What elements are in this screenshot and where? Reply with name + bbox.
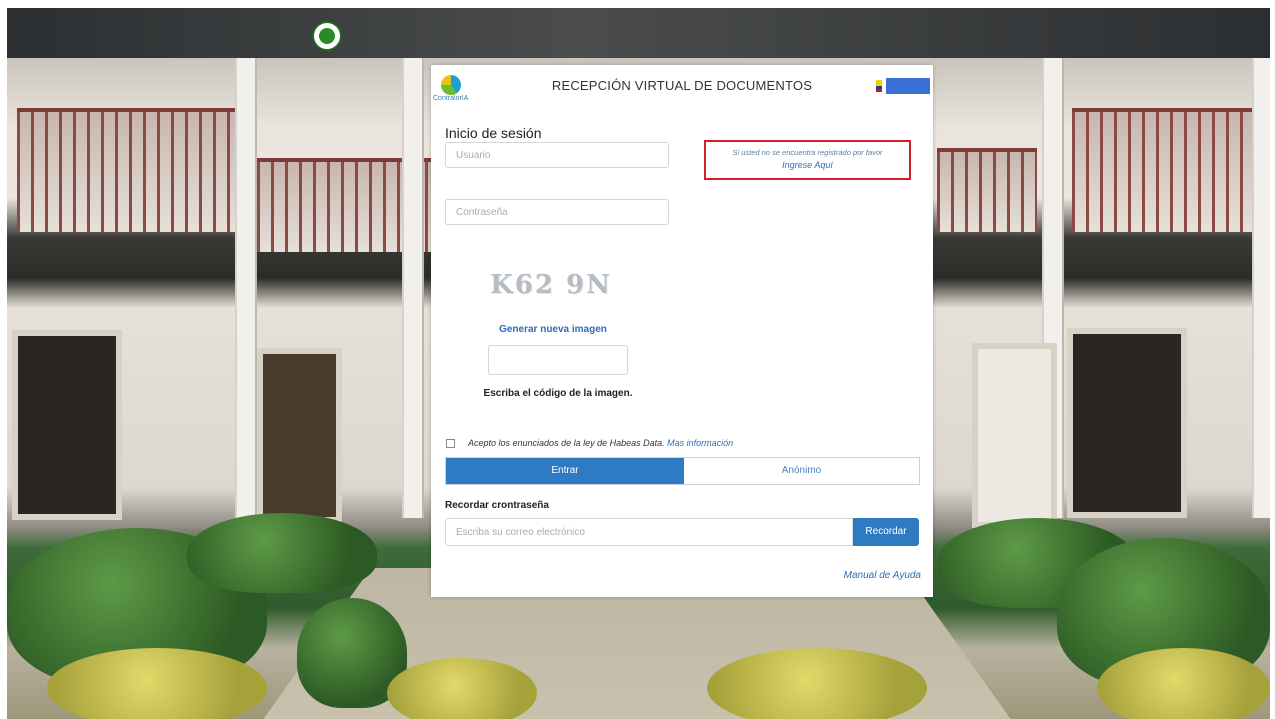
doorway: [1067, 328, 1187, 518]
registration-notice-text: Si usted no se encuentra registrado por …: [732, 148, 883, 157]
consent-checkbox[interactable]: [446, 439, 455, 448]
flower-bush: [707, 648, 927, 719]
recovery-email-input[interactable]: [445, 518, 853, 546]
login-heading: Inicio de sesión: [445, 125, 542, 141]
card-header: ContralorIA RECEPCIÓN VIRTUAL DE DOCUMEN…: [431, 65, 933, 113]
government-badge: [876, 78, 930, 94]
login-actions: Entrar Anónimo: [445, 457, 920, 485]
enter-button[interactable]: Entrar: [446, 458, 684, 484]
captcha-image: K62 9N: [490, 270, 612, 300]
password-input[interactable]: [445, 199, 669, 225]
top-bar: [7, 8, 1270, 58]
balcony-left: [17, 108, 242, 232]
help-manual-link[interactable]: Manual de Ayuda: [844, 570, 921, 581]
captcha-input[interactable]: [488, 345, 628, 375]
anonymous-button[interactable]: Anónimo: [684, 458, 919, 484]
garden-hedge: [187, 513, 377, 593]
flower-bush: [387, 658, 537, 719]
register-link[interactable]: Ingrese Aquí: [706, 159, 909, 172]
remember-button[interactable]: Recordar: [853, 518, 919, 546]
login-card: ContralorIA RECEPCIÓN VIRTUAL DE DOCUMEN…: [431, 65, 933, 597]
brand-logo-text: ContralorIA: [433, 95, 469, 102]
page-title: RECEPCIÓN VIRTUAL DE DOCUMENTOS: [551, 78, 813, 93]
column: [402, 58, 424, 518]
registration-notice: Si usted no se encuentra registrado por …: [704, 140, 911, 180]
column: [1252, 58, 1270, 518]
consent-text: Acepto los enunciados de la ley de Habea…: [468, 438, 665, 448]
doorway: [12, 330, 122, 520]
doorway: [972, 343, 1057, 528]
balcony-right-inner: [937, 148, 1037, 232]
captcha-instruction: Escriba el código de la imagen.: [483, 388, 633, 399]
more-info-link[interactable]: Mas información: [667, 438, 733, 448]
username-input[interactable]: [445, 142, 669, 168]
regenerate-captcha-link[interactable]: Generar nueva imagen: [471, 324, 635, 335]
flower-bush: [47, 648, 267, 719]
recover-password-heading: Recordar crontraseña: [445, 500, 549, 511]
institution-logo-icon: [312, 21, 342, 51]
balcony-right: [1072, 108, 1270, 232]
flag-icon: [876, 80, 882, 92]
government-logo-icon: [886, 78, 930, 94]
column: [235, 58, 257, 518]
flower-bush: [1097, 648, 1270, 719]
consent-label: Acepto los enunciados de la ley de Habea…: [468, 438, 733, 448]
doorway: [257, 348, 342, 523]
